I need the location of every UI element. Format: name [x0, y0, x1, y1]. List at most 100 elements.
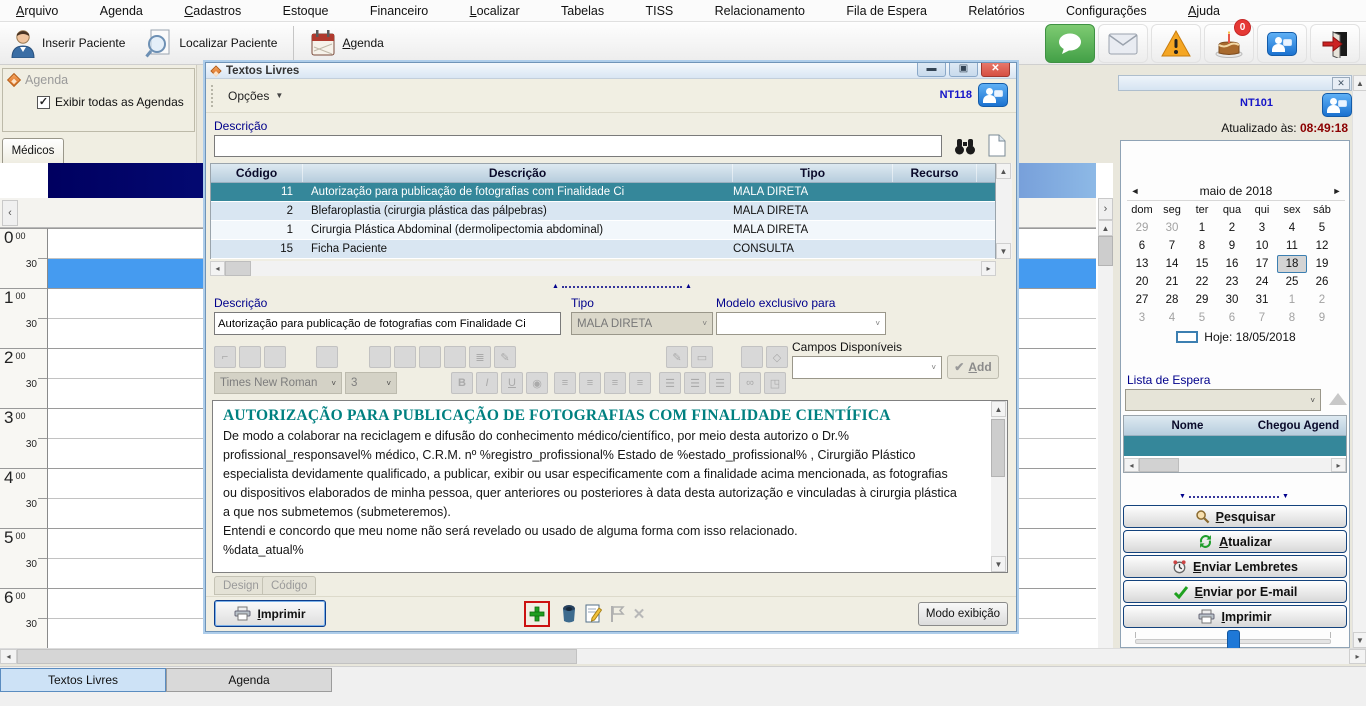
justify-center-icon[interactable]: ☰ — [684, 372, 706, 394]
calendar-day[interactable]: 12 — [1307, 237, 1337, 255]
calendar-day[interactable]: 15 — [1187, 255, 1217, 273]
add-button[interactable]: ✔ Add — [947, 355, 999, 379]
scroll-left-icon[interactable]: ◂ — [0, 649, 17, 664]
calendar-day[interactable]: 2 — [1307, 291, 1337, 309]
warning-icon[interactable] — [1151, 24, 1201, 63]
tipo-select[interactable]: MALA DIRETA ˅ — [571, 312, 713, 335]
dialog-titlebar[interactable]: Textos Livres ▬ ▣ ✕ — [206, 63, 1016, 79]
column-header-cdigo[interactable]: Código — [211, 164, 303, 182]
editor-tool-button[interactable] — [394, 346, 416, 368]
calendar-day[interactable]: 30 — [1217, 291, 1247, 309]
collapse-up-icon[interactable] — [1329, 393, 1347, 405]
menu-item-cadastros[interactable]: Cadastros — [178, 2, 247, 20]
frame-icon[interactable]: ◳ — [764, 372, 786, 394]
calendar-day[interactable]: 20 — [1127, 273, 1157, 291]
wait-list-header[interactable]: NomeChegou Agend — [1124, 416, 1346, 436]
right-panel-splitter[interactable]: ▼▼ — [1179, 493, 1289, 500]
calendar-day[interactable]: 5 — [1187, 309, 1217, 327]
button-imprimir[interactable]: Imprimir — [1123, 605, 1347, 628]
table-horizontal-scrollbar[interactable]: ◂ ▸ — [210, 261, 996, 276]
scroll-down-icon[interactable]: ▼ — [1353, 632, 1366, 648]
wait-list-hscrollbar[interactable]: ◂ ▸ — [1124, 458, 1346, 472]
editor-tool-button[interactable] — [741, 346, 763, 368]
calendar-day[interactable]: 16 — [1217, 255, 1247, 273]
scroll-up-icon[interactable]: ▲ — [996, 163, 1011, 179]
calendar-day[interactable]: 24 — [1247, 273, 1277, 291]
scroll-left-icon[interactable]: ◂ — [210, 261, 225, 276]
calendar-day[interactable]: 2 — [1217, 219, 1247, 237]
search-input[interactable] — [214, 135, 942, 157]
calendar-day[interactable]: 18 — [1277, 255, 1307, 273]
button-pesquisar[interactable]: Pesquisar — [1123, 505, 1347, 528]
modelo-select[interactable]: ˅ — [716, 312, 886, 335]
font-size-select[interactable]: 3 ˅ — [345, 372, 397, 394]
tab-medicos[interactable]: Médicos — [2, 138, 64, 163]
calendar-day[interactable]: 3 — [1127, 309, 1157, 327]
button-enviar-por-e-mail[interactable]: Enviar por E-mail — [1123, 580, 1347, 603]
menu-item-relacionamento[interactable]: Relacionamento — [709, 2, 811, 20]
calendar-day[interactable]: 27 — [1127, 291, 1157, 309]
calendar-day[interactable]: 28 — [1157, 291, 1187, 309]
bottom-tab-agenda[interactable]: Agenda — [166, 668, 332, 692]
edit-document-icon[interactable] — [582, 603, 604, 625]
menu-item-arquivo[interactable]: Arquivo — [10, 2, 64, 20]
mail-icon[interactable] — [1098, 24, 1148, 63]
calendar-next-icon[interactable]: ► — [1329, 186, 1345, 196]
wait-column-header[interactable]: Chegou Agend — [1251, 416, 1346, 435]
tab-codigo[interactable]: Código — [262, 576, 316, 595]
align-center-icon[interactable]: ≡ — [579, 372, 601, 394]
exit-icon[interactable] — [1310, 24, 1360, 63]
calendar-day[interactable]: 4 — [1277, 219, 1307, 237]
wait-hscroll-thumb[interactable] — [1139, 458, 1179, 472]
scroll-down-icon[interactable]: ▼ — [991, 556, 1006, 572]
justify-right-icon[interactable]: ☰ — [709, 372, 731, 394]
editor-pencil-icon[interactable]: ✎ — [494, 346, 516, 368]
calendar-day[interactable]: 1 — [1187, 219, 1217, 237]
text-color-icon[interactable]: ◉ — [526, 372, 548, 394]
calendar-day[interactable]: 26 — [1307, 273, 1337, 291]
calendar-day[interactable]: 5 — [1307, 219, 1337, 237]
calendar-day[interactable]: 13 — [1127, 255, 1157, 273]
italic-button[interactable]: I — [476, 372, 498, 394]
menu-item-localizar[interactable]: Localizar — [464, 2, 526, 20]
button-atualizar[interactable]: Atualizar — [1123, 530, 1347, 553]
editor-content[interactable]: AUTORIZAÇÃO PARA PUBLICAÇÃO DE FOTOGRAFI… — [213, 401, 991, 572]
table-hscroll-thumb[interactable] — [225, 261, 251, 276]
scroll-right-icon[interactable]: ▸ — [981, 261, 996, 276]
bold-button[interactable]: B — [451, 372, 473, 394]
editor-tool-button[interactable] — [444, 346, 466, 368]
editor-tool-button[interactable] — [239, 346, 261, 368]
dialog-contacts-icon[interactable] — [978, 83, 1008, 107]
calendar-day[interactable]: 4 — [1157, 309, 1187, 327]
calendar-day[interactable]: 7 — [1157, 237, 1187, 255]
outdent-icon[interactable]: ≡ — [629, 372, 651, 394]
calendar-day[interactable]: 6 — [1217, 309, 1247, 327]
right-outer-scrollbar[interactable]: ▲ ▼ — [1352, 75, 1366, 648]
delete-icon[interactable]: ✕ — [628, 603, 650, 625]
bin-icon[interactable] — [558, 603, 580, 625]
calendar-day[interactable]: 11 — [1277, 237, 1307, 255]
menu-item-estoque[interactable]: Estoque — [277, 2, 335, 20]
menu-item-fila-de-espera[interactable]: Fila de Espera — [840, 2, 933, 20]
table-vertical-scrollbar[interactable]: ▲ ▼ — [996, 163, 1012, 259]
rich-text-editor[interactable]: AUTORIZAÇÃO PARA PUBLICAÇÃO DE FOTOGRAFI… — [212, 400, 1008, 573]
editor-shape-icon[interactable]: ◇ — [766, 346, 788, 368]
minimize-icon[interactable]: ▬ — [917, 63, 946, 77]
calendar-day[interactable]: 29 — [1127, 219, 1157, 237]
calendar-day[interactable]: 9 — [1217, 237, 1247, 255]
find-patient-button[interactable]: Localizar Paciente — [135, 24, 287, 62]
show-all-agendas-row[interactable]: ✓ Exibir todas as Agendas — [37, 95, 194, 109]
contacts-icon[interactable] — [1257, 24, 1307, 63]
calendar-day[interactable]: 1 — [1277, 291, 1307, 309]
main-hscroll-thumb[interactable] — [17, 649, 577, 664]
justify-left-icon[interactable]: ☰ — [659, 372, 681, 394]
menu-item-tabelas[interactable]: Tabelas — [555, 2, 610, 20]
maximize-icon[interactable]: ▣ — [949, 63, 978, 77]
calendar-day[interactable]: 7 — [1247, 309, 1277, 327]
wait-column-header[interactable]: Nome — [1124, 416, 1251, 435]
scroll-right-icon[interactable]: › — [1098, 198, 1113, 220]
editor-scrollbar[interactable]: ▲ ▼ — [991, 401, 1007, 572]
editor-list-icon[interactable]: ≣ — [469, 346, 491, 368]
menu-item-financeiro[interactable]: Financeiro — [364, 2, 434, 20]
button-enviar-lembretes[interactable]: Enviar Lembretes — [1123, 555, 1347, 578]
